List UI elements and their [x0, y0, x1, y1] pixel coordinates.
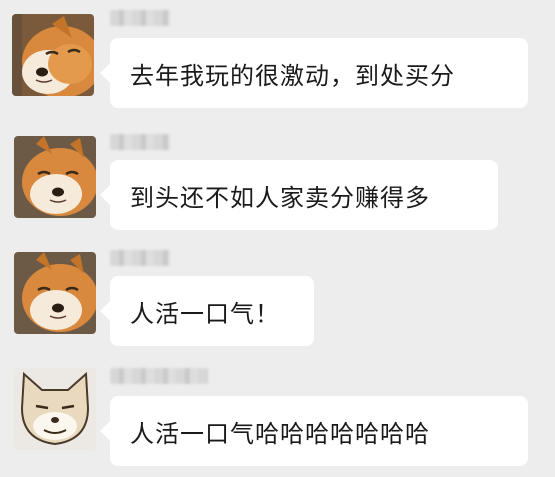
shiba-dog-icon[interactable]: [14, 136, 96, 218]
sender-name-blurred: [110, 368, 208, 384]
message-bubble[interactable]: 到头还不如人家卖分赚得多: [110, 160, 498, 230]
message-text: 到头还不如人家卖分赚得多: [130, 183, 430, 212]
chat-message: 人活一口气哈哈哈哈哈哈哈: [0, 354, 555, 477]
sender-name-blurred: [110, 134, 170, 150]
message-bubble[interactable]: 去年我玩的很激动，到处买分: [110, 38, 528, 108]
chat-message: 到头还不如人家卖分赚得多: [0, 118, 555, 236]
shiba-dog-icon[interactable]: [12, 14, 94, 96]
message-text: 去年我玩的很激动，到处买分: [130, 61, 455, 90]
chat-message: 去年我玩的很激动，到处买分: [0, 0, 555, 118]
message-text: 人活一口气哈哈哈哈哈哈哈: [130, 419, 430, 448]
message-text: 人活一口气！: [130, 299, 280, 328]
smug-dog-cartoon-icon[interactable]: [14, 368, 96, 450]
message-bubble[interactable]: 人活一口气哈哈哈哈哈哈哈: [110, 396, 528, 466]
sender-name-blurred: [110, 250, 170, 266]
sender-name-blurred: [110, 10, 170, 26]
message-bubble[interactable]: 人活一口气！: [110, 276, 314, 346]
chat-message: 人活一口气！: [0, 236, 555, 354]
shiba-dog-icon[interactable]: [14, 252, 96, 334]
